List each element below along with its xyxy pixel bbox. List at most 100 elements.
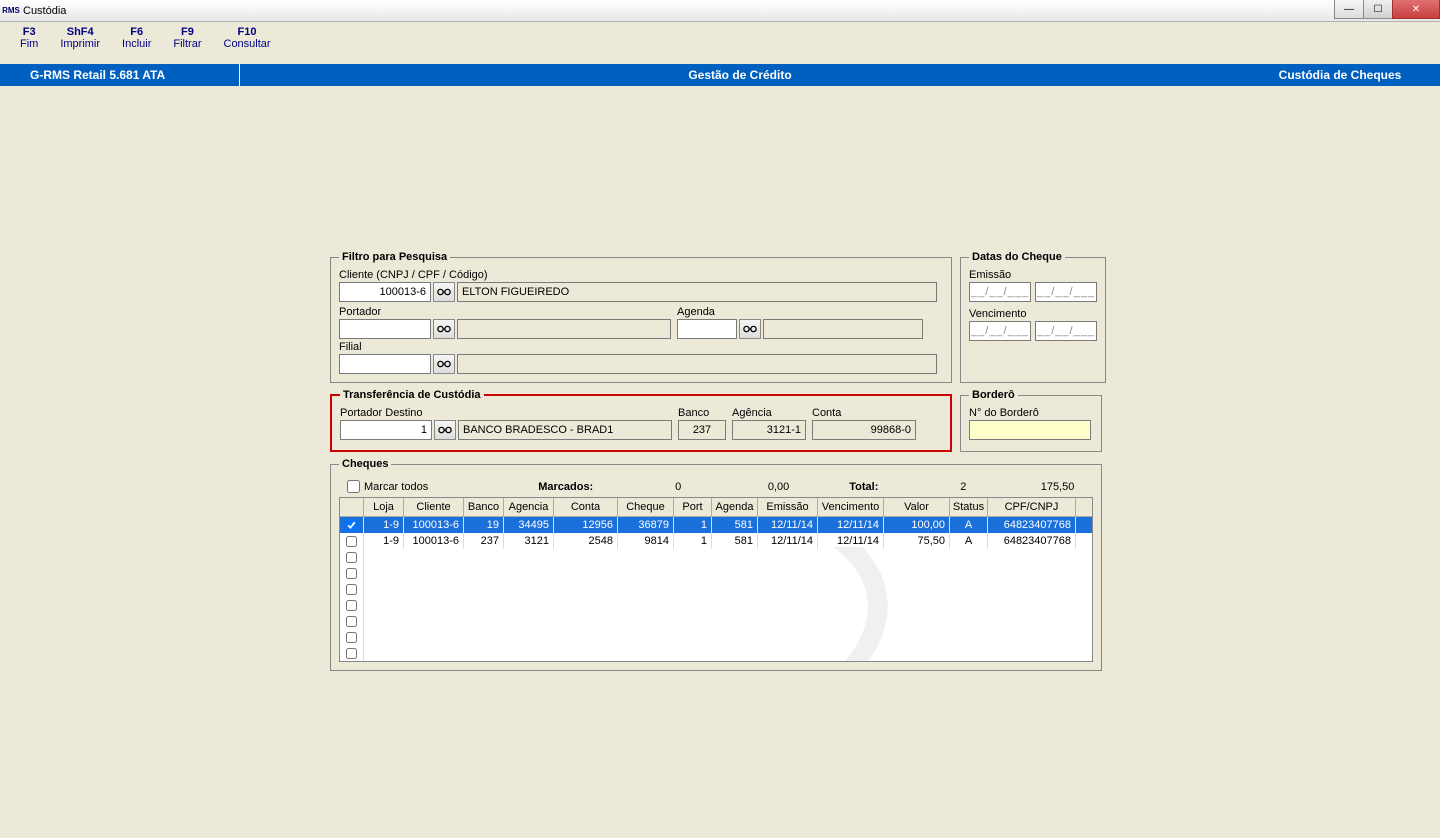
menu-fim[interactable]: F3Fim xyxy=(10,26,48,50)
cell-chk[interactable] xyxy=(340,565,364,581)
emissao-from-input[interactable] xyxy=(969,282,1031,302)
portador-destino-label: Portador Destino xyxy=(340,407,672,419)
col-emissao[interactable]: Emissão xyxy=(758,498,818,516)
col-valor[interactable]: Valor xyxy=(884,498,950,516)
cell-chk[interactable] xyxy=(340,597,364,613)
cell-cliente: 100013-6 xyxy=(404,517,464,533)
agenda-lookup-button[interactable] xyxy=(739,319,761,339)
col-port[interactable]: Port xyxy=(674,498,712,516)
marcar-todos-checkbox[interactable] xyxy=(347,480,360,493)
minimize-button[interactable]: — xyxy=(1334,0,1364,19)
marcados-sum: 0,00 xyxy=(689,481,789,493)
app-icon: RMS xyxy=(3,3,19,19)
window-title: Custódia xyxy=(23,5,66,17)
row-checkbox[interactable] xyxy=(346,600,357,611)
filial-label: Filial xyxy=(339,341,943,353)
portador-lookup-button[interactable] xyxy=(433,319,455,339)
cell-agencia: 34495 xyxy=(504,517,554,533)
cliente-code-input[interactable] xyxy=(339,282,431,302)
menu-filtrar[interactable]: F9Filtrar xyxy=(163,26,211,50)
marcar-todos-check[interactable]: Marcar todos xyxy=(347,480,428,493)
col-conta[interactable]: Conta xyxy=(554,498,618,516)
total-count: 2 xyxy=(886,481,966,493)
vencimento-to-input[interactable] xyxy=(1035,321,1097,341)
bordero-numero-input[interactable] xyxy=(969,420,1091,440)
vencimento-label: Vencimento xyxy=(969,308,1097,320)
marcar-todos-label: Marcar todos xyxy=(364,481,428,493)
emissao-label: Emissão xyxy=(969,269,1097,281)
window-controls: — ☐ ✕ xyxy=(1335,0,1440,19)
title-bar: RMS Custódia — ☐ ✕ xyxy=(0,0,1440,22)
col-agenda[interactable]: Agenda xyxy=(712,498,758,516)
cheques-legend: Cheques xyxy=(339,458,391,470)
close-button[interactable]: ✕ xyxy=(1392,0,1440,19)
col-cliente[interactable]: Cliente xyxy=(404,498,464,516)
col-cpf[interactable]: CPF/CNPJ xyxy=(988,498,1076,516)
row-checkbox[interactable] xyxy=(346,616,357,627)
marcados-label: Marcados: xyxy=(538,481,593,493)
row-checkbox[interactable] xyxy=(346,536,357,547)
cheques-grid: Loja Cliente Banco Agencia Conta Cheque … xyxy=(339,497,1093,662)
cell-chk[interactable] xyxy=(340,533,364,549)
filial-code-input[interactable] xyxy=(339,354,431,374)
row-checkbox[interactable] xyxy=(346,648,357,659)
agencia-label: Agência xyxy=(732,407,806,419)
emissao-to-input[interactable] xyxy=(1035,282,1097,302)
col-cheque[interactable]: Cheque xyxy=(618,498,674,516)
row-checkbox[interactable] xyxy=(346,584,357,595)
agenda-code-input[interactable] xyxy=(677,319,737,339)
cheques-group: Cheques Marcar todos Marcados: 0 0,00 To… xyxy=(330,458,1102,671)
portador-destino-name-display xyxy=(458,420,672,440)
filtro-group: Filtro para Pesquisa Cliente (CNPJ / CPF… xyxy=(330,251,952,383)
filial-lookup-button[interactable] xyxy=(433,354,455,374)
menu-consultar[interactable]: F10Consultar xyxy=(214,26,281,50)
maximize-button[interactable]: ☐ xyxy=(1363,0,1393,19)
header-bar: G-RMS Retail 5.681 ATA Gestão de Crédito… xyxy=(0,64,1440,86)
cell-chk[interactable] xyxy=(340,645,364,661)
cell-valor: 100,00 xyxy=(884,517,950,533)
cell-port: 1 xyxy=(674,517,712,533)
grid-header: Loja Cliente Banco Agencia Conta Cheque … xyxy=(340,498,1092,517)
grid-body: 1-9100013-619344951295636879158112/11/14… xyxy=(340,517,1092,661)
cliente-lookup-button[interactable] xyxy=(433,282,455,302)
datas-group: Datas do Cheque Emissão Vencimento xyxy=(960,251,1106,383)
row-checkbox[interactable] xyxy=(346,632,357,643)
conta-display xyxy=(812,420,916,440)
portador-destino-lookup-button[interactable] xyxy=(434,420,456,440)
row-checkbox[interactable] xyxy=(346,568,357,579)
cell-chk[interactable] xyxy=(340,629,364,645)
cell-chk[interactable] xyxy=(340,581,364,597)
cell-chk[interactable] xyxy=(340,549,364,565)
cell-cheque: 36879 xyxy=(618,517,674,533)
menu-imprimir[interactable]: ShF4Imprimir xyxy=(50,26,110,50)
portador-code-input[interactable] xyxy=(339,319,431,339)
cell-conta: 12956 xyxy=(554,517,618,533)
header-left: G-RMS Retail 5.681 ATA xyxy=(0,64,240,86)
table-row[interactable]: 1-9100013-619344951295636879158112/11/14… xyxy=(340,517,1092,533)
cell-agenda: 581 xyxy=(712,517,758,533)
cell-chk[interactable] xyxy=(340,517,364,533)
row-checkbox[interactable] xyxy=(346,520,357,531)
col-vencimento[interactable]: Vencimento xyxy=(818,498,884,516)
filtro-legend: Filtro para Pesquisa xyxy=(339,251,450,263)
row-checkbox[interactable] xyxy=(346,552,357,563)
col-agencia[interactable]: Agencia xyxy=(504,498,554,516)
datas-legend: Datas do Cheque xyxy=(969,251,1065,263)
cell-status: A xyxy=(950,517,988,533)
portador-label: Portador xyxy=(339,306,671,318)
cell-chk[interactable] xyxy=(340,613,364,629)
transferencia-group: Transferência de Custódia Portador Desti… xyxy=(330,389,952,452)
header-center: Gestão de Crédito xyxy=(240,68,1240,82)
col-status[interactable]: Status xyxy=(950,498,988,516)
cliente-label: Cliente (CNPJ / CPF / Código) xyxy=(339,269,943,281)
agenda-label: Agenda xyxy=(677,306,923,318)
cliente-name-display xyxy=(457,282,937,302)
col-loja[interactable]: Loja xyxy=(364,498,404,516)
vencimento-from-input[interactable] xyxy=(969,321,1031,341)
menu-incluir[interactable]: F6Incluir xyxy=(112,26,161,50)
col-banco[interactable]: Banco xyxy=(464,498,504,516)
cell-emissao: 12/11/14 xyxy=(758,517,818,533)
portador-destino-code-input[interactable] xyxy=(340,420,432,440)
marcados-count: 0 xyxy=(601,481,681,493)
portador-name-display xyxy=(457,319,671,339)
